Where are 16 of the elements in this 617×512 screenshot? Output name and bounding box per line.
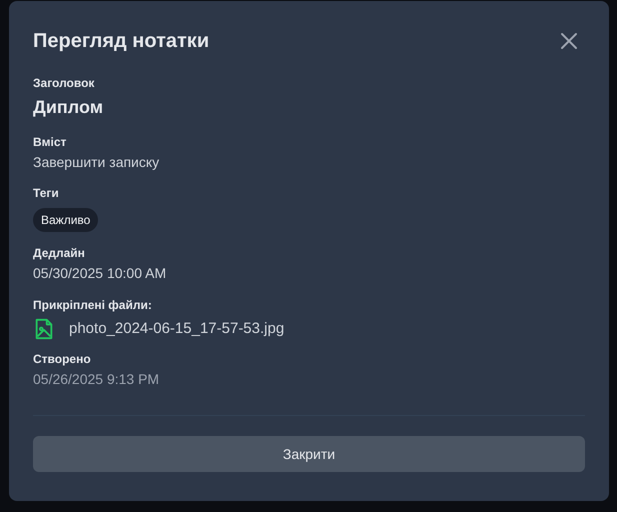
- field-label: Заголовок: [33, 75, 94, 91]
- close-button[interactable]: Закрити: [33, 436, 585, 472]
- field-value: 05/30/2025 10:00 AM: [33, 264, 166, 283]
- file-link[interactable]: photo_2024-06-15_17-57-53.jpg: [69, 318, 284, 340]
- close-icon[interactable]: [559, 31, 579, 51]
- field-label: Створено: [33, 351, 91, 367]
- field-value: Диплом: [33, 96, 104, 119]
- field-label: Вміст: [33, 134, 66, 150]
- field-label: Теги: [33, 185, 59, 201]
- field-value: Завершити записку: [33, 153, 160, 172]
- dialog-title: Перегляд нотатки: [33, 29, 210, 53]
- field-label: Прикріплені файли:: [33, 297, 152, 313]
- field-value: 05/26/2025 9:13 PM: [33, 370, 160, 389]
- image-file-icon: [33, 317, 55, 341]
- field-label: Дедлайн: [33, 245, 85, 261]
- tag-chip: Важливо: [33, 208, 98, 232]
